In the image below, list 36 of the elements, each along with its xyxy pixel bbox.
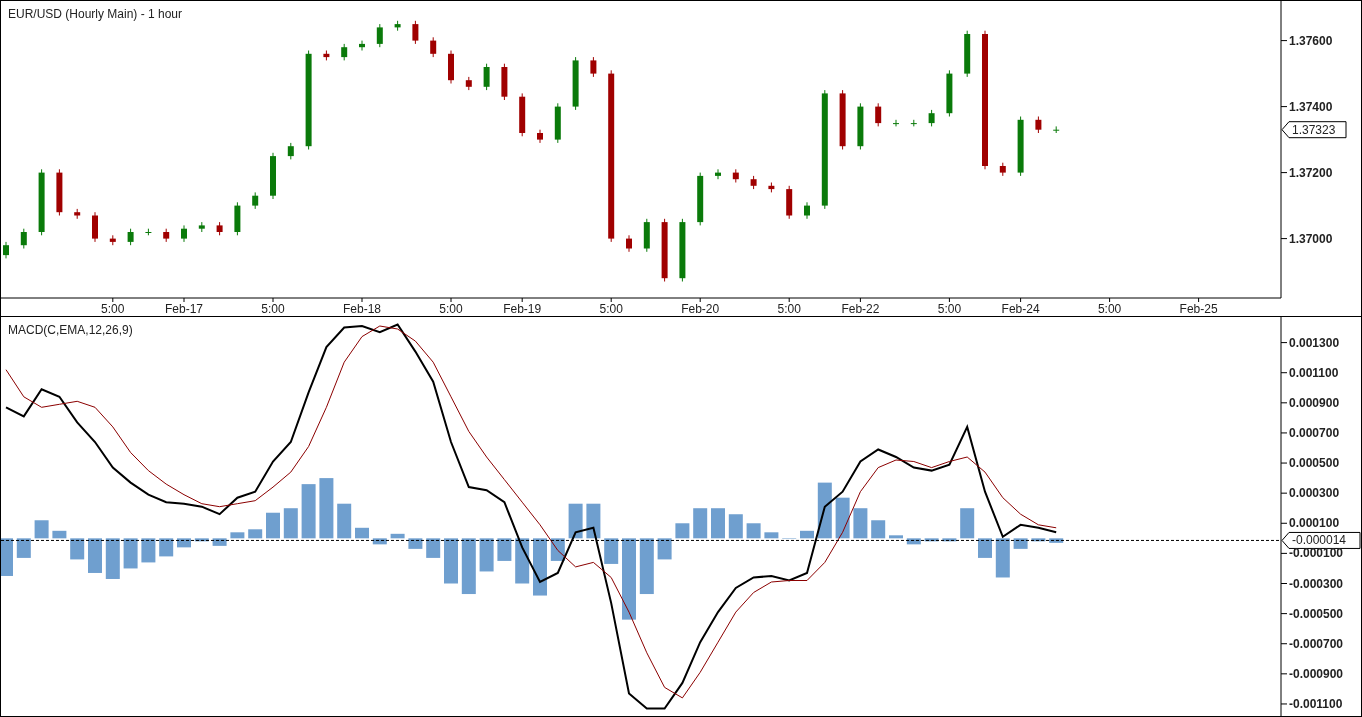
axis-label: -0.000700 <box>1289 636 1344 651</box>
axis-label: Feb-17 <box>165 302 203 316</box>
chart-title: MACD(C,EMA,12,26,9) <box>8 323 133 337</box>
axis-label: 1.37200 <box>1289 165 1333 180</box>
axis-label: 5:00 <box>101 302 125 316</box>
price-tag: -0.000014 <box>1281 531 1361 549</box>
axis-label: -0.000100 <box>1289 546 1344 561</box>
axis-label: 5:00 <box>439 302 463 316</box>
ref-line-label: -0.000014 <box>1292 533 1347 548</box>
chart-title: EUR/USD (Hourly Main) - 1 hour <box>8 7 183 21</box>
axis-label: 0.000500 <box>1289 456 1340 471</box>
axis-label: Feb-18 <box>343 302 381 316</box>
axis-label: Feb-19 <box>503 302 542 316</box>
axis-label: 0.000900 <box>1289 395 1340 410</box>
axis-label: 5:00 <box>937 302 962 316</box>
axis-label: 0.000300 <box>1289 486 1340 501</box>
axis-label: 0.000100 <box>1289 516 1340 531</box>
axis-label: 5:00 <box>261 302 285 316</box>
price-tag: 1.37323 <box>1281 121 1347 139</box>
axis-label: 0.000700 <box>1289 425 1340 440</box>
axis-label: Feb-20 <box>681 302 720 316</box>
axis-label: Feb-24 <box>1001 302 1040 316</box>
axis-label: 1.37400 <box>1289 99 1333 114</box>
axis-label: -0.001100 <box>1289 696 1343 711</box>
axis-label: 5:00 <box>1097 302 1122 316</box>
axis-label: 0.001300 <box>1289 335 1340 350</box>
axis-label: 5:00 <box>777 302 801 316</box>
axis-label: 1.37600 <box>1289 33 1333 48</box>
axis-label: -0.000500 <box>1289 606 1344 621</box>
axis-label: -0.000900 <box>1289 666 1344 681</box>
axis-label: 1.37000 <box>1289 231 1333 246</box>
axis-label: Feb-25 <box>1179 302 1218 316</box>
axis-label: -0.000300 <box>1289 576 1344 591</box>
axis-label: Feb-22 <box>841 302 880 316</box>
axis-label: 5:00 <box>599 302 623 316</box>
axis-label: 0.001100 <box>1289 365 1339 380</box>
